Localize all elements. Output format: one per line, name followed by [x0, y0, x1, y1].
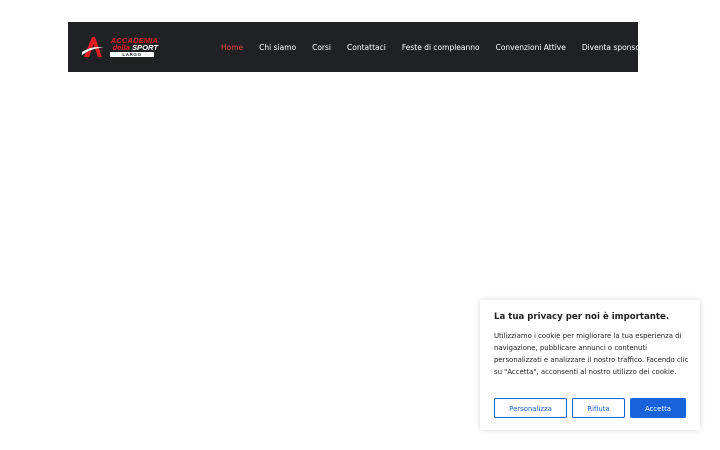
nav-item-corsi[interactable]: Corsi — [312, 43, 331, 52]
nav-item-feste-di-compleanno[interactable]: Feste di compleanno — [402, 43, 480, 52]
customize-button[interactable]: Personalizza — [494, 398, 567, 418]
main-nav: Home Chi siamo Corsi Contattaci Feste di… — [221, 22, 643, 72]
logo-line2: della SPORT — [96, 43, 158, 52]
page: ACCADEMIA della SPORT LARGO Home Chi sia… — [0, 0, 720, 450]
site-logo[interactable]: ACCADEMIA della SPORT LARGO — [82, 36, 158, 58]
nav-item-home[interactable]: Home — [221, 43, 243, 52]
nav-item-convenzioni-attive[interactable]: Convenzioni Attive — [496, 43, 566, 52]
cookie-banner-title: La tua privacy per noi è importante. — [494, 312, 670, 322]
nav-item-diventa-sponsor[interactable]: Diventa sponsor — [582, 43, 643, 52]
logo-wordmark: ACCADEMIA della SPORT — [96, 37, 158, 52]
cookie-consent-banner: La tua privacy per noi è importante. Uti… — [480, 300, 700, 430]
logo-line2-b: SPORT — [131, 43, 158, 52]
logo-bar: LARGO — [110, 52, 154, 57]
site-header: ACCADEMIA della SPORT LARGO Home Chi sia… — [68, 22, 643, 72]
cookie-banner-text: Utilizziamo i cookie per migliorare la t… — [494, 332, 689, 376]
nav-item-contattaci[interactable]: Contattaci — [347, 43, 386, 52]
logo-line2-a: della — [112, 43, 130, 52]
nav-item-chi-siamo[interactable]: Chi siamo — [259, 43, 296, 52]
accept-button[interactable]: Accetta — [630, 398, 686, 418]
reject-button[interactable]: Rifiuta — [572, 398, 625, 418]
